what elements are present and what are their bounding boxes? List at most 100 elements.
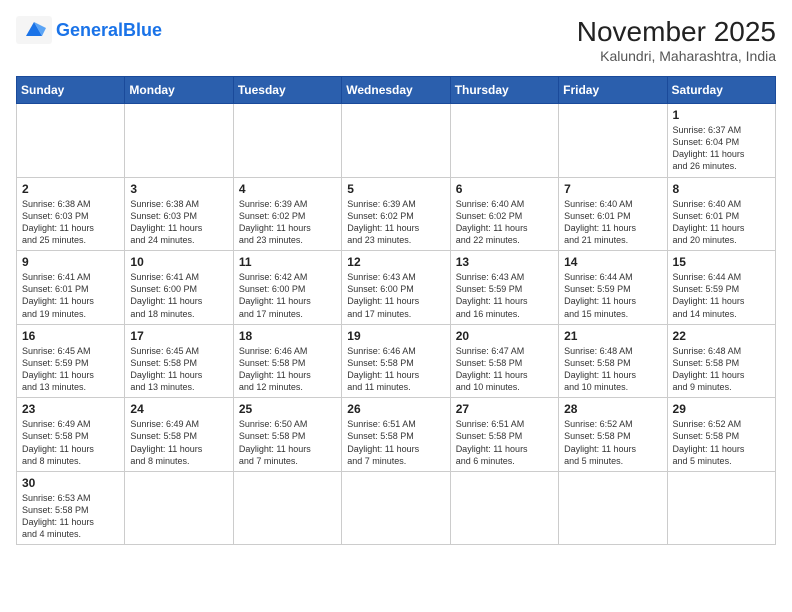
weekday-header-thursday: Thursday	[450, 77, 558, 104]
day-number: 25	[239, 402, 336, 416]
cell-info: Sunrise: 6:53 AM Sunset: 5:58 PM Dayligh…	[22, 492, 119, 541]
cell-info: Sunrise: 6:39 AM Sunset: 6:02 PM Dayligh…	[239, 198, 336, 247]
day-number: 22	[673, 329, 770, 343]
calendar-cell: 12 Sunrise: 6:43 AM Sunset: 6:00 PM Dayli…	[342, 251, 450, 325]
day-number: 28	[564, 402, 661, 416]
cell-info: Sunrise: 6:51 AM Sunset: 5:58 PM Dayligh…	[347, 418, 444, 467]
day-number: 10	[130, 255, 227, 269]
day-number: 3	[130, 182, 227, 196]
calendar-cell	[450, 471, 558, 545]
day-number: 24	[130, 402, 227, 416]
title-block: November 2025 Kalundri, Maharashtra, Ind…	[577, 16, 776, 64]
cell-info: Sunrise: 6:41 AM Sunset: 6:01 PM Dayligh…	[22, 271, 119, 320]
cell-info: Sunrise: 6:51 AM Sunset: 5:58 PM Dayligh…	[456, 418, 553, 467]
calendar-table: SundayMondayTuesdayWednesdayThursdayFrid…	[16, 76, 776, 545]
cell-info: Sunrise: 6:45 AM Sunset: 5:59 PM Dayligh…	[22, 345, 119, 394]
logo: GeneralBlue	[16, 16, 162, 44]
weekday-header-row: SundayMondayTuesdayWednesdayThursdayFrid…	[17, 77, 776, 104]
calendar-cell: 27Sunrise: 6:51 AM Sunset: 5:58 PM Dayli…	[450, 398, 558, 472]
cell-info: Sunrise: 6:48 AM Sunset: 5:58 PM Dayligh…	[564, 345, 661, 394]
logo-text: GeneralBlue	[56, 20, 162, 41]
day-number: 8	[673, 182, 770, 196]
logo-icon	[16, 16, 52, 44]
calendar-cell	[342, 471, 450, 545]
calendar-cell	[450, 104, 558, 178]
calendar-cell: 21 Sunrise: 6:48 AM Sunset: 5:58 PM Dayli…	[559, 324, 667, 398]
cell-info: Sunrise: 6:44 AM Sunset: 5:59 PM Dayligh…	[564, 271, 661, 320]
calendar-cell: 25 Sunrise: 6:50 AM Sunset: 5:58 PM Dayli…	[233, 398, 341, 472]
day-number: 12	[347, 255, 444, 269]
calendar-cell: 24Sunrise: 6:49 AM Sunset: 5:58 PM Dayli…	[125, 398, 233, 472]
calendar-cell: 28 Sunrise: 6:52 AM Sunset: 5:58 PM Dayli…	[559, 398, 667, 472]
calendar-cell: 5Sunrise: 6:39 AM Sunset: 6:02 PM Daylig…	[342, 177, 450, 251]
weekday-header-wednesday: Wednesday	[342, 77, 450, 104]
calendar-cell: 19 Sunrise: 6:46 AM Sunset: 5:58 PM Dayli…	[342, 324, 450, 398]
cell-info: Sunrise: 6:49 AM Sunset: 5:58 PM Dayligh…	[22, 418, 119, 467]
cell-info: Sunrise: 6:40 AM Sunset: 6:01 PM Dayligh…	[564, 198, 661, 247]
day-number: 19	[347, 329, 444, 343]
cell-info: Sunrise: 6:46 AM Sunset: 5:58 PM Dayligh…	[239, 345, 336, 394]
cell-info: Sunrise: 6:46 AM Sunset: 5:58 PM Dayligh…	[347, 345, 444, 394]
calendar-cell: 17Sunrise: 6:45 AM Sunset: 5:58 PM Dayli…	[125, 324, 233, 398]
calendar-cell: 7Sunrise: 6:40 AM Sunset: 6:01 PM Daylig…	[559, 177, 667, 251]
cell-info: Sunrise: 6:38 AM Sunset: 6:03 PM Dayligh…	[22, 198, 119, 247]
cell-info: Sunrise: 6:43 AM Sunset: 6:00 PM Dayligh…	[347, 271, 444, 320]
calendar-cell	[559, 471, 667, 545]
calendar-week-row: 1Sunrise: 6:37 AM Sunset: 6:04 PM Daylig…	[17, 104, 776, 178]
calendar-cell	[125, 471, 233, 545]
calendar-cell	[667, 471, 775, 545]
cell-info: Sunrise: 6:47 AM Sunset: 5:58 PM Dayligh…	[456, 345, 553, 394]
cell-info: Sunrise: 6:41 AM Sunset: 6:00 PM Dayligh…	[130, 271, 227, 320]
calendar-cell	[559, 104, 667, 178]
day-number: 16	[22, 329, 119, 343]
calendar-cell: 22 Sunrise: 6:48 AM Sunset: 5:58 PM Dayli…	[667, 324, 775, 398]
calendar-cell: 14 Sunrise: 6:44 AM Sunset: 5:59 PM Dayli…	[559, 251, 667, 325]
calendar-cell: 6Sunrise: 6:40 AM Sunset: 6:02 PM Daylig…	[450, 177, 558, 251]
day-number: 2	[22, 182, 119, 196]
day-number: 11	[239, 255, 336, 269]
day-number: 14	[564, 255, 661, 269]
calendar-cell: 10 Sunrise: 6:41 AM Sunset: 6:00 PM Dayli…	[125, 251, 233, 325]
weekday-header-sunday: Sunday	[17, 77, 125, 104]
cell-info: Sunrise: 6:40 AM Sunset: 6:02 PM Dayligh…	[456, 198, 553, 247]
cell-info: Sunrise: 6:44 AM Sunset: 5:59 PM Dayligh…	[673, 271, 770, 320]
cell-info: Sunrise: 6:43 AM Sunset: 5:59 PM Dayligh…	[456, 271, 553, 320]
calendar-week-row: 2 Sunrise: 6:38 AM Sunset: 6:03 PM Daylig…	[17, 177, 776, 251]
calendar-cell: 15 Sunrise: 6:44 AM Sunset: 5:59 PM Dayli…	[667, 251, 775, 325]
day-number: 5	[347, 182, 444, 196]
calendar-cell: 4Sunrise: 6:39 AM Sunset: 6:02 PM Daylig…	[233, 177, 341, 251]
calendar-week-row: 16 Sunrise: 6:45 AM Sunset: 5:59 PM Dayli…	[17, 324, 776, 398]
cell-info: Sunrise: 6:50 AM Sunset: 5:58 PM Dayligh…	[239, 418, 336, 467]
calendar-cell	[233, 104, 341, 178]
day-number: 13	[456, 255, 553, 269]
day-number: 30	[22, 476, 119, 490]
location-subtitle: Kalundri, Maharashtra, India	[577, 48, 776, 64]
calendar-cell: 26 Sunrise: 6:51 AM Sunset: 5:58 PM Dayli…	[342, 398, 450, 472]
page-header: GeneralBlue November 2025 Kalundri, Maha…	[16, 16, 776, 64]
day-number: 21	[564, 329, 661, 343]
day-number: 26	[347, 402, 444, 416]
calendar-cell	[125, 104, 233, 178]
day-number: 9	[22, 255, 119, 269]
day-number: 15	[673, 255, 770, 269]
calendar-week-row: 30 Sunrise: 6:53 AM Sunset: 5:58 PM Dayli…	[17, 471, 776, 545]
calendar-cell	[342, 104, 450, 178]
cell-info: Sunrise: 6:52 AM Sunset: 5:58 PM Dayligh…	[673, 418, 770, 467]
calendar-week-row: 23Sunrise: 6:49 AM Sunset: 5:58 PM Dayli…	[17, 398, 776, 472]
calendar-cell	[17, 104, 125, 178]
month-year-title: November 2025	[577, 16, 776, 48]
calendar-cell: 20Sunrise: 6:47 AM Sunset: 5:58 PM Dayli…	[450, 324, 558, 398]
calendar-cell: 13 Sunrise: 6:43 AM Sunset: 5:59 PM Dayli…	[450, 251, 558, 325]
calendar-cell: 30 Sunrise: 6:53 AM Sunset: 5:58 PM Dayli…	[17, 471, 125, 545]
calendar-cell: 1Sunrise: 6:37 AM Sunset: 6:04 PM Daylig…	[667, 104, 775, 178]
cell-info: Sunrise: 6:42 AM Sunset: 6:00 PM Dayligh…	[239, 271, 336, 320]
weekday-header-friday: Friday	[559, 77, 667, 104]
cell-info: Sunrise: 6:52 AM Sunset: 5:58 PM Dayligh…	[564, 418, 661, 467]
cell-info: Sunrise: 6:45 AM Sunset: 5:58 PM Dayligh…	[130, 345, 227, 394]
calendar-cell: 23Sunrise: 6:49 AM Sunset: 5:58 PM Dayli…	[17, 398, 125, 472]
cell-info: Sunrise: 6:37 AM Sunset: 6:04 PM Dayligh…	[673, 124, 770, 173]
weekday-header-saturday: Saturday	[667, 77, 775, 104]
calendar-cell: 29 Sunrise: 6:52 AM Sunset: 5:58 PM Dayli…	[667, 398, 775, 472]
cell-info: Sunrise: 6:48 AM Sunset: 5:58 PM Dayligh…	[673, 345, 770, 394]
day-number: 29	[673, 402, 770, 416]
